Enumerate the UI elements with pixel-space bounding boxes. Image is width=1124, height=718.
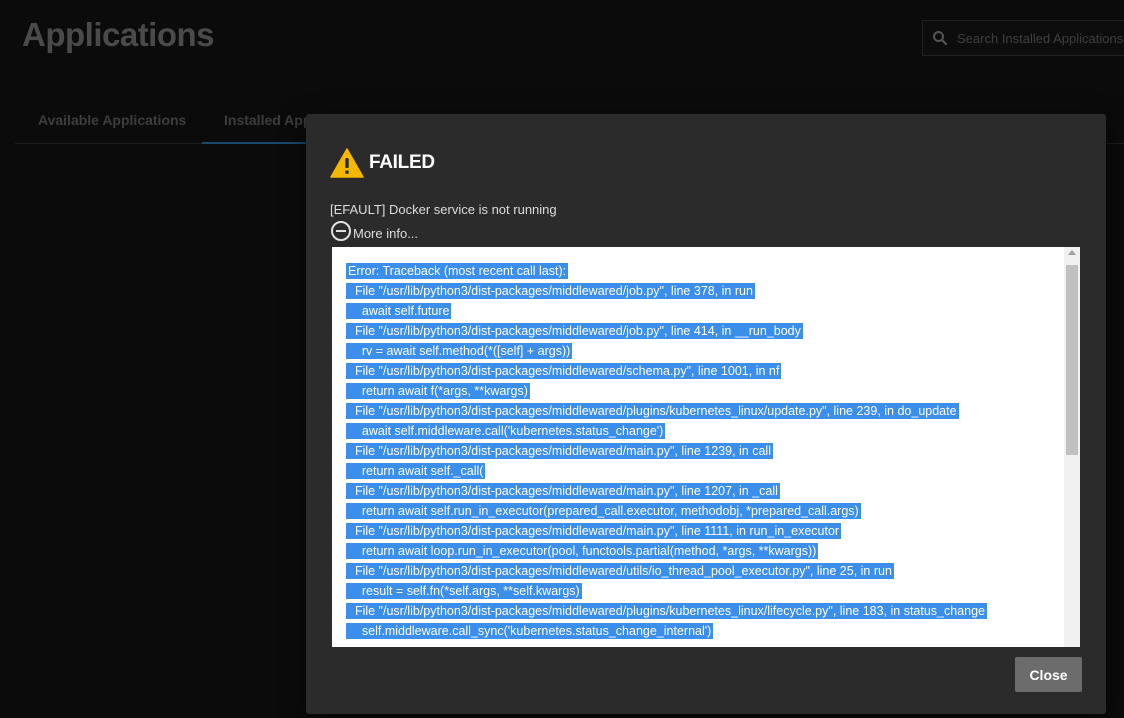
traceback-line: File "/usr/lib/python3/dist-packages/mid… [346, 403, 959, 419]
scroll-thumb[interactable] [1066, 265, 1078, 455]
traceback-line: result = self.fn(*self.args, **self.kwar… [346, 583, 582, 599]
traceback-line: File "/usr/lib/python3/dist-packages/mid… [346, 443, 773, 459]
error-message: [EFAULT] Docker service is not running [330, 202, 557, 217]
traceback-line: rv = await self.method(*([self] + args)) [346, 343, 573, 359]
traceback-line: self.middleware.call_sync('kubernetes.st… [346, 623, 714, 639]
traceback-line: File "/usr/lib/python3/dist-packages/mid… [346, 483, 780, 499]
traceback-line: File "/usr/lib/python3/dist-packages/mid… [346, 523, 842, 539]
traceback-line: await self.middleware.call('kubernetes.s… [346, 423, 666, 439]
dialog-header: FAILED [330, 148, 435, 178]
scroll-up-arrow-icon[interactable] [1068, 250, 1076, 255]
traceback-line: return await loop.run_in_executor(pool, … [346, 543, 819, 559]
dialog-title: FAILED [369, 152, 435, 173]
more-info-label: More info... [353, 226, 419, 241]
traceback-line: return await f(*args, **kwargs) [346, 383, 530, 399]
traceback-line: File "/usr/lib/python3/dist-packages/mid… [346, 283, 755, 299]
traceback-panel[interactable]: Error: Traceback (most recent call last)… [332, 247, 1080, 647]
minus-circle-icon[interactable] [330, 220, 352, 242]
traceback-line: await self.future [346, 303, 452, 319]
error-dialog: FAILED [EFAULT] Docker service is not ru… [306, 114, 1106, 714]
traceback-line: File "/usr/lib/python3/dist-packages/mid… [346, 323, 803, 339]
traceback-text: Error: Traceback (most recent call last)… [346, 261, 1058, 641]
traceback-line: Error: Traceback (most recent call last)… [346, 263, 569, 279]
traceback-line: File "/usr/lib/python3/dist-packages/mid… [346, 603, 988, 619]
traceback-scrollbar[interactable] [1064, 247, 1080, 647]
close-button[interactable]: Close [1015, 657, 1082, 692]
more-info-toggle[interactable]: More info... [330, 220, 418, 242]
traceback-line: File "/usr/lib/python3/dist-packages/mid… [346, 563, 894, 579]
traceback-line: File "/usr/lib/python3/dist-packages/mid… [346, 363, 782, 379]
traceback-line: return await self._call( [346, 463, 486, 479]
warning-icon [330, 148, 364, 178]
traceback-line: return await self.run_in_executor(prepar… [346, 503, 861, 519]
